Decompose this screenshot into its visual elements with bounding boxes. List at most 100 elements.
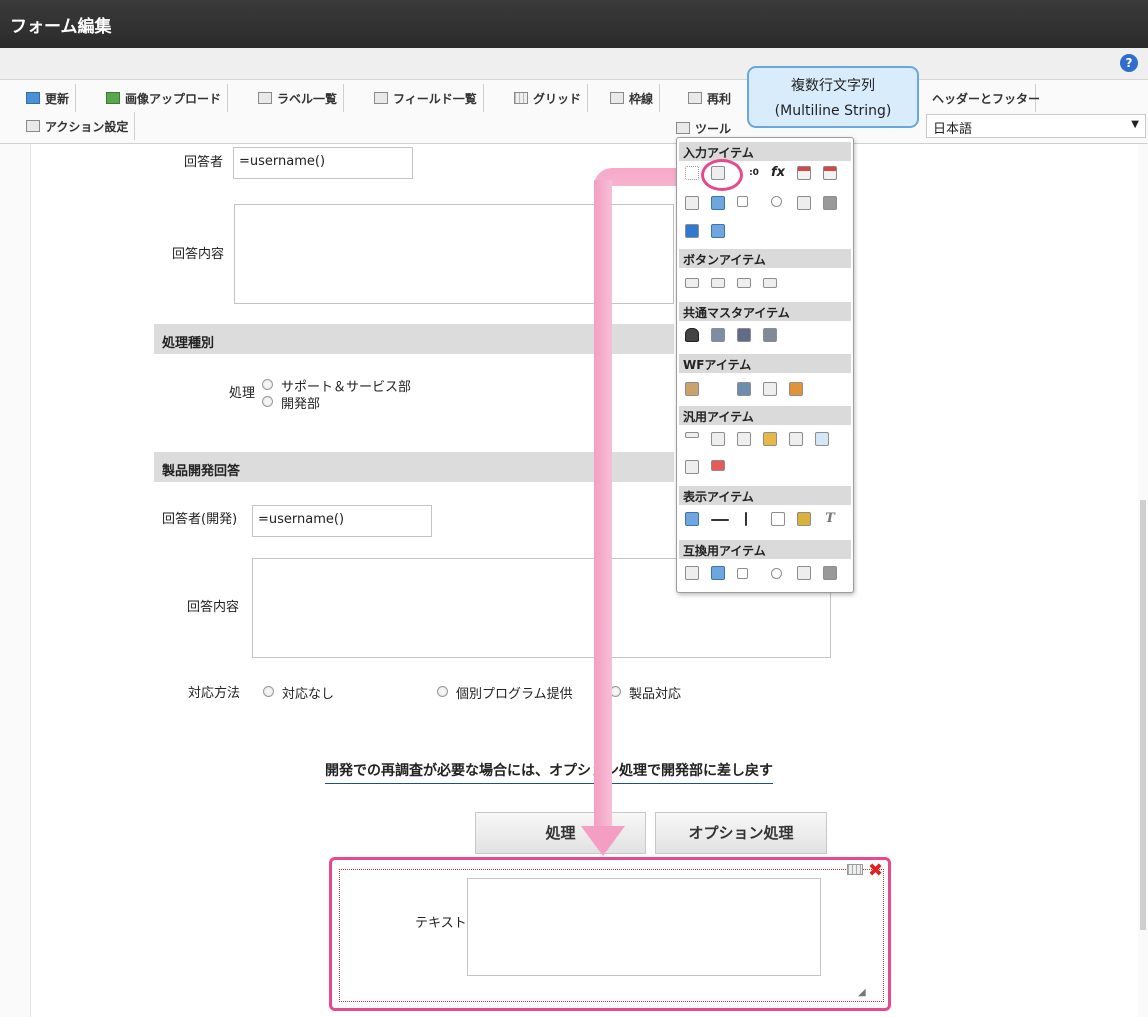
single-line-string-icon[interactable] (685, 166, 699, 180)
compat-list-icon[interactable] (711, 566, 725, 580)
palette-section-wf: WFアイテム (679, 354, 851, 373)
text-block-icon[interactable] (711, 432, 725, 446)
help-strip: ? (0, 48, 1148, 80)
file-upload-icon[interactable] (685, 224, 699, 238)
vertical-line-icon[interactable] (745, 512, 747, 526)
new-field-label: テキスト (415, 916, 467, 931)
respondent-field[interactable]: =username() (233, 147, 413, 179)
camera-icon[interactable] (737, 432, 751, 446)
help-icon[interactable]: ? (1120, 54, 1138, 72)
palette-section-compat: 互換用アイテム (679, 540, 851, 559)
download-icon[interactable] (815, 432, 829, 446)
header-footer-button[interactable]: ヘッダーとフッター (926, 84, 1040, 112)
processing-label: 処理 (229, 386, 256, 401)
handling-label: 対応方法 (188, 686, 241, 701)
arrow-vertical (594, 180, 612, 832)
horizontal-line-icon[interactable] (711, 519, 729, 521)
tooltip-title: 複数行文字列 (791, 78, 875, 94)
document-icon[interactable] (763, 382, 777, 396)
palette-section-general: 汎用アイテム (679, 406, 851, 425)
grid-label: グリッド (533, 91, 582, 106)
tooltip-subtitle: (Multiline String) (774, 103, 892, 119)
card-icon[interactable] (711, 460, 725, 471)
calendar-icon[interactable] (797, 166, 811, 180)
text-t-icon[interactable]: T (823, 512, 837, 526)
combo-icon[interactable] (823, 196, 837, 210)
stamp-icon[interactable] (789, 382, 803, 396)
border-button[interactable]: 枠線 (604, 84, 661, 112)
radio-support-service[interactable] (262, 379, 273, 390)
line-separator-icon[interactable] (685, 432, 699, 438)
grid-icon (514, 92, 528, 104)
picture-icon[interactable] (797, 512, 811, 526)
compat-select-icon[interactable] (797, 566, 811, 580)
field-list-label: フィールド一覧 (393, 91, 477, 106)
refresh-icon (26, 92, 40, 104)
role-icon[interactable] (737, 328, 751, 342)
resize-handle-icon[interactable]: ◢ (858, 987, 866, 998)
next-button-icon[interactable] (711, 278, 725, 288)
border-icon (610, 92, 624, 104)
tooltip: 複数行文字列 (Multiline String) (747, 66, 919, 128)
image-upload-icon (106, 92, 120, 104)
compat-dropdown-icon[interactable] (685, 566, 699, 580)
page-icon[interactable] (789, 432, 803, 446)
radio-no-action-label: 対応なし (282, 687, 335, 702)
highlight-circle (701, 159, 743, 191)
compat-radio-icon[interactable] (771, 568, 782, 579)
checkbox-icon[interactable] (737, 196, 748, 207)
refresh-label: 更新 (45, 91, 70, 106)
image-icon[interactable] (737, 382, 751, 396)
close-icon[interactable]: ✖ (868, 860, 883, 881)
radio-development[interactable] (262, 396, 273, 407)
window-titlebar: フォーム編集 (0, 0, 1148, 48)
list-box-icon[interactable] (711, 196, 725, 210)
palette-section-master: 共通マスタアイテム (679, 302, 851, 321)
label-list-button[interactable]: ラベル一覧 (252, 84, 345, 112)
compat-combo-icon[interactable] (823, 566, 837, 580)
key-icon[interactable] (763, 432, 777, 446)
attachment-icon[interactable] (711, 382, 725, 396)
table-icon[interactable] (711, 224, 725, 238)
arrow-head-icon (581, 826, 625, 856)
panel-icon[interactable] (685, 460, 699, 474)
select-list-icon[interactable] (797, 196, 811, 210)
radio-icon[interactable] (771, 196, 782, 207)
number-icon[interactable]: :0 (747, 166, 761, 180)
palette-section-button: ボタンアイテム (679, 249, 851, 268)
option-process-button[interactable]: オプション処理 (655, 812, 827, 854)
reuse-button[interactable]: 再利 (682, 84, 737, 112)
refresh-button[interactable]: 更新 (20, 84, 77, 112)
compat-checkbox-icon[interactable] (737, 568, 748, 579)
grid-button[interactable]: グリッド (508, 84, 589, 112)
radio-no-action[interactable] (263, 686, 274, 697)
language-select[interactable]: 日本語 ▼ (926, 114, 1146, 138)
radio-individual-program[interactable] (437, 686, 448, 697)
label-list-label: ラベル一覧 (277, 91, 338, 106)
image-upload-label: 画像アップロード (125, 91, 222, 106)
user-icon[interactable] (685, 328, 699, 342)
calendar-range-icon[interactable] (823, 166, 837, 180)
fx-icon[interactable]: fx (771, 166, 785, 180)
list-icon (258, 92, 272, 104)
clipboard-icon[interactable] (685, 382, 699, 396)
new-field-textarea[interactable] (467, 878, 821, 976)
action-settings-button[interactable]: アクション設定 (20, 112, 136, 140)
back-button-icon[interactable] (737, 278, 751, 288)
border-label: 枠線 (629, 91, 654, 106)
image-upload-button[interactable]: 画像アップロード (100, 84, 229, 112)
dropdown-icon[interactable] (685, 196, 699, 210)
action-settings-label: アクション設定 (45, 119, 129, 134)
dev-response-content-label: 回答内容 (187, 600, 240, 615)
palette-section-input: 入力アイテム (679, 142, 851, 161)
header-bar-icon[interactable] (685, 512, 699, 526)
button-icon[interactable] (685, 278, 699, 288)
public-group-icon[interactable] (763, 328, 777, 342)
vertical-scrollbar[interactable] (1140, 500, 1146, 930)
organization-icon[interactable] (711, 328, 725, 342)
field-list-button[interactable]: フィールド一覧 (368, 84, 484, 112)
field-grid-icon[interactable] (847, 864, 863, 875)
return-button-icon[interactable] (763, 278, 777, 288)
box-icon[interactable] (771, 512, 785, 526)
dev-respondent-field[interactable]: =username() (252, 505, 432, 537)
